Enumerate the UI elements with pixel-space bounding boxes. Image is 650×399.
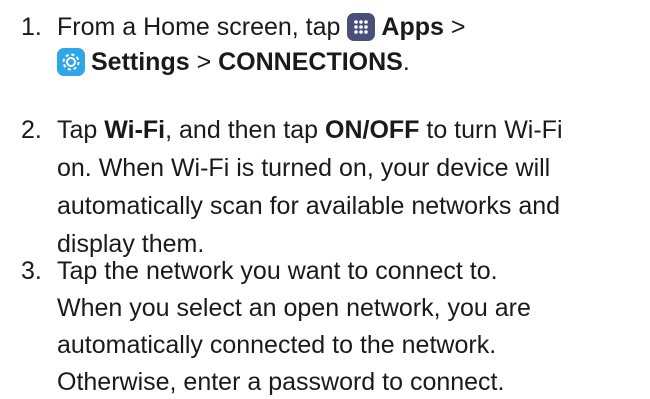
step-1-line-2: Settings > CONNECTIONS. (57, 45, 410, 79)
step-number: 2. (21, 116, 42, 144)
step-1-text: From a Home screen, tap (57, 13, 348, 41)
connections-label: CONNECTIONS (218, 48, 403, 76)
settings-gear-icon (57, 48, 85, 76)
apps-icon (347, 13, 376, 41)
separator: > (443, 13, 466, 41)
step-2-text: , and then tap (165, 116, 325, 144)
step-3-line-4: Otherwise, enter a password to connect. (57, 368, 505, 396)
settings-label: Settings (91, 48, 190, 76)
wifi-label: Wi-Fi (104, 116, 166, 144)
on-off-label: ON/OFF (325, 116, 420, 144)
step-3-line-3: automatically connected to the network. (57, 331, 497, 359)
step-2-line-3: automatically scan for available network… (57, 192, 561, 220)
step-2-text: Tap (57, 116, 105, 144)
step-number: 3. (21, 257, 42, 285)
step-2-text: to turn Wi-Fi (419, 116, 563, 144)
period: . (402, 48, 410, 76)
step-3-line-1: Tap the network you want to connect to. (57, 257, 498, 285)
step-2-line-2: on. When Wi-Fi is turned on, your device… (57, 154, 551, 182)
step-3-line-2: When you select an open network, you are (57, 294, 531, 322)
apps-label: Apps (381, 13, 444, 41)
step-1-line-1: From a Home screen, tap Apps > (57, 10, 465, 44)
step-number: 1. (21, 13, 42, 41)
separator: > (189, 48, 219, 76)
step-2-line-1: Tap Wi-Fi, and then tap ON/OFF to turn W… (57, 113, 563, 147)
